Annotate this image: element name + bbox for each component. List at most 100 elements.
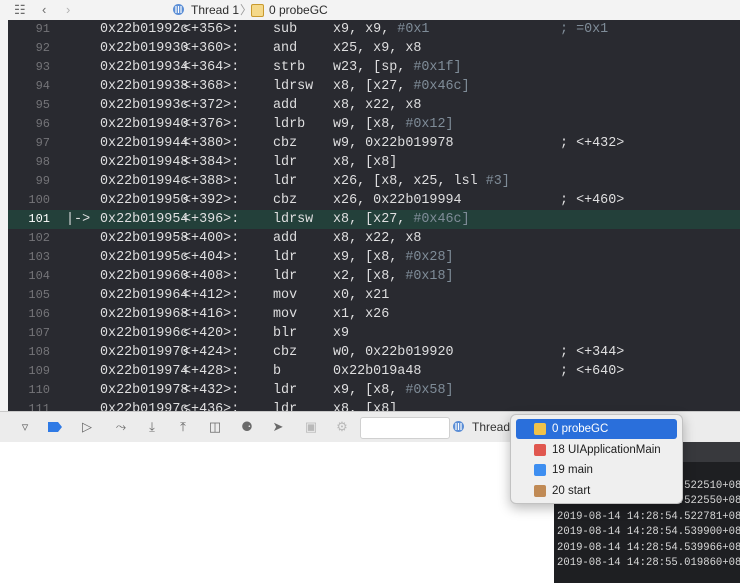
line-number: 96 — [35, 117, 50, 131]
instruction-mnemonic: cbz — [273, 136, 298, 151]
disassembly-line[interactable]: 106 0x22b019968 <+416>: mov x1, x26 — [8, 305, 740, 324]
instruction-address: 0x22b01993c — [100, 98, 189, 113]
instruction-operands: x9 — [333, 324, 349, 343]
instruction-address: 0x22b019974 — [100, 364, 189, 379]
disassembly-line[interactable]: 97 0x22b019944 <+380>: cbz w9, 0x22b019978 ; … — [8, 134, 740, 153]
instruction-mnemonic: b — [273, 364, 282, 379]
instruction-operands: w0, 0x22b019920 — [333, 343, 454, 362]
disassembly-line[interactable]: 94 0x22b019938 <+368>: ldrsw x8, [x27, #0x46… — [8, 77, 740, 96]
stack-frame-label: 20 start — [552, 484, 591, 497]
disassembly-line[interactable]: 105 0x22b019964 <+412>: mov x0, x21 — [8, 286, 740, 305]
instruction-operands: x2, [x8, #0x18] — [333, 267, 454, 286]
line-number: 100 — [28, 193, 50, 207]
operand-text: x9, [x8, — [333, 250, 406, 265]
stack-frame-menu: 0 probeGC 18 UIApplicationMain 19 main 20 s… — [510, 414, 683, 504]
stack-frame-item[interactable]: 18 UIApplicationMain — [516, 440, 677, 460]
stack-frame-item[interactable]: 0 probeGC — [516, 419, 677, 439]
instruction-operands: x8, [x27, #0x46c] — [333, 210, 470, 229]
line-number: 98 — [35, 155, 50, 169]
disassembly-line[interactable]: 91 0x22b01992c <+356>: sub x9, x9, #0x1 ; =0x… — [8, 20, 740, 39]
simulate-location-icon[interactable]: ➤ — [269, 418, 287, 436]
line-number: 109 — [28, 364, 50, 378]
debug-thread-label: Thread — [472, 420, 511, 434]
instruction-address: 0x22b019958 — [100, 231, 189, 246]
disassembly-line[interactable]: 109 0x22b019974 <+428>: b 0x22b019a48 ; <+640… — [8, 362, 740, 381]
disassembly-line[interactable]: 92 0x22b019930 <+360>: and x25, x9, x8 — [8, 39, 740, 58]
forward-chevron-icon[interactable]: › — [66, 2, 70, 18]
operand-immediate: #0x12] — [405, 117, 454, 132]
disassembly-line[interactable]: 95 0x22b01993c <+372>: add x8, x22, x8 — [8, 96, 740, 115]
instruction-offset: <+404>: — [183, 250, 240, 265]
disassembly-line[interactable]: 100 0x22b019950 <+392>: cbz x26, 0x22b019994… — [8, 191, 740, 210]
step-out-icon[interactable]: ⤒ — [174, 418, 192, 436]
instruction-pointer-arrow: |-> — [66, 212, 91, 227]
instruction-offset: <+408>: — [183, 269, 240, 284]
operand-text: x26, [x8, x25, lsl — [333, 174, 486, 189]
disassembly-line[interactable]: 102 0x22b019958 <+400>: add x8, x22, x8 — [8, 229, 740, 248]
instruction-operands: x9, [x8, #0x28] — [333, 248, 454, 267]
instruction-offset: <+436>: — [183, 402, 240, 411]
instruction-mnemonic: ldr — [273, 174, 298, 189]
instruction-comment: ; <+344> — [560, 345, 625, 360]
breakpoints-toggle-icon[interactable] — [46, 418, 64, 436]
instruction-address: 0x22b019948 — [100, 155, 189, 170]
instruction-comment: ; <+640> — [560, 364, 625, 379]
instruction-offset: <+416>: — [183, 307, 240, 322]
operand-text: w0, 0x22b019920 — [333, 345, 454, 360]
stack-frame-item[interactable]: 19 main — [516, 460, 677, 480]
step-over-icon[interactable]: ⤳ — [112, 418, 130, 436]
instruction-comment: ; =0x1 — [560, 22, 609, 37]
operand-text: 0x22b019a48 — [333, 364, 422, 379]
disassembly-line[interactable]: 107 0x22b01996c <+420>: blr x9 — [8, 324, 740, 343]
thread-icon — [453, 421, 464, 432]
console-log-line: 2019-08-14 14:28:54.539966+080 — [557, 541, 740, 554]
instruction-operands: x1, x26 — [333, 305, 389, 324]
instruction-operands: x0, x21 — [333, 286, 389, 305]
line-number: 106 — [28, 307, 50, 321]
instruction-operands: x9, [x8, #0x58] — [333, 381, 454, 400]
stack-frame-item[interactable]: 20 start — [516, 481, 677, 501]
instruction-comment: ; <+432> — [560, 136, 625, 151]
instruction-address: 0x22b019930 — [100, 41, 189, 56]
operand-text: x1, x26 — [333, 307, 390, 322]
current-instruction-line[interactable]: 101 |-> 0x22b019954 <+396>: ldrsw x8, [x27, #… — [8, 210, 740, 229]
operand-text: w9, [x8, — [333, 117, 406, 132]
instruction-operands: w9, [x8, #0x12] — [333, 115, 454, 134]
operand-text: x9, x9, — [333, 22, 398, 37]
disassembly-line[interactable]: 99 0x22b01994c <+388>: ldr x26, [x8, x25, ls… — [8, 172, 740, 191]
instruction-offset: <+392>: — [183, 193, 240, 208]
disassembly-line[interactable]: 104 0x22b019960 <+408>: ldr x2, [x8, #0x18] — [8, 267, 740, 286]
disassembly-line[interactable]: 103 0x22b01995c <+404>: ldr x9, [x8, #0x28] — [8, 248, 740, 267]
instruction-address: 0x22b019950 — [100, 193, 189, 208]
hide-debug-area-icon[interactable]: ▿ — [16, 418, 34, 436]
step-into-icon[interactable]: ⤓ — [143, 418, 161, 436]
disassembly-line[interactable]: 98 0x22b019948 <+384>: ldr x8, [x8] — [8, 153, 740, 172]
instruction-mnemonic: add — [273, 231, 298, 246]
console-log-line: 2019-08-14 14:28:55.019860+080 — [557, 557, 740, 569]
camera-icon[interactable]: ▣ — [302, 418, 320, 436]
debug-filter-field[interactable] — [360, 417, 450, 439]
back-chevron-icon[interactable]: ‹ — [42, 2, 46, 18]
disassembly-editor[interactable]: 91 0x22b01992c <+356>: sub x9, x9, #0x1 ; =0x… — [0, 20, 740, 411]
instruction-offset: <+360>: — [183, 41, 240, 56]
line-number: 111 — [28, 402, 50, 411]
memory-graph-icon[interactable]: ⚈ — [238, 418, 256, 436]
debug-view-hierarchy-icon[interactable]: ◫ — [206, 418, 224, 436]
operand-immediate: #3] — [485, 174, 510, 189]
gear-icon[interactable]: ⚙ — [333, 418, 351, 436]
stack-frame-label: 19 main — [552, 464, 593, 476]
line-number: 97 — [35, 136, 50, 150]
continue-icon[interactable]: ▷ — [78, 418, 96, 436]
instruction-mnemonic: strb — [273, 60, 306, 75]
instruction-mnemonic: cbz — [273, 193, 298, 208]
disassembly-line[interactable]: 93 0x22b019934 <+364>: strb w23, [sp, #0x1f] — [8, 58, 740, 77]
instruction-address: 0x22b019954 — [100, 212, 189, 227]
disassembly-line[interactable]: 96 0x22b019940 <+376>: ldrb w9, [x8, #0x12] — [8, 115, 740, 134]
disassembly-line[interactable]: 108 0x22b019970 <+424>: cbz w0, 0x22b019920;… — [8, 343, 740, 362]
related-items-grid-icon[interactable]: ☷ — [14, 2, 26, 18]
instruction-operands: x9, x9, #0x1 — [333, 20, 429, 39]
disassembly-line[interactable]: 110 0x22b019978 <+432>: ldr x9, [x8, #0x58] — [8, 381, 740, 400]
instruction-mnemonic: ldr — [273, 250, 298, 265]
stack-frame-icon — [251, 4, 264, 17]
disassembly-line[interactable]: 111 0x22b01997c <+436>: ldr x8, [x8] — [8, 400, 740, 411]
